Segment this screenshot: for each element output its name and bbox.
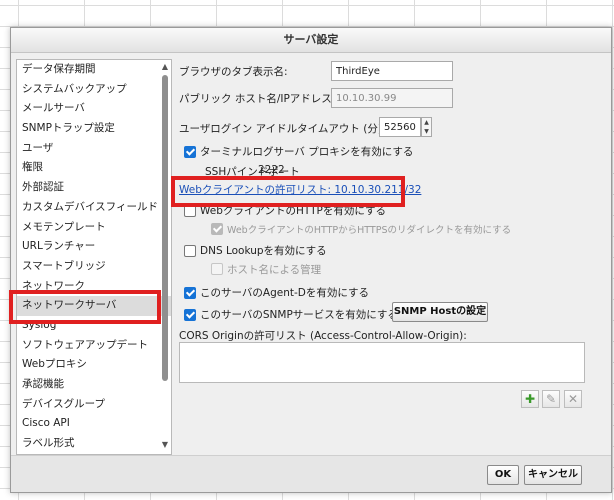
terminal-proxy-label: ターミナルログサーバ プロキシを有効にする — [200, 146, 414, 158]
dialog-title: サーバ設定 — [11, 28, 611, 53]
hostname-manage-label: ホスト名による管理 — [227, 264, 322, 276]
sidebar-item[interactable]: ラベル形式 — [17, 434, 171, 454]
agent-d-label: このサーバのAgent-Dを有効にする — [200, 287, 369, 299]
idle-timeout-input[interactable] — [379, 117, 421, 137]
cors-label: CORS Originの許可リスト (Access-Control-Allow-… — [179, 330, 467, 342]
scroll-down-icon[interactable]: ▼ — [160, 440, 170, 450]
snmp-service-label: このサーバのSNMPサービスを有効にする — [200, 309, 398, 321]
settings-content: ブラウザのタブ表示名: パブリック ホスト名/IPアドレス: ユーザログイン ア… — [179, 59, 605, 453]
server-settings-dialog: サーバ設定 データ保存期間 システムバックアップ メールサーバ SNMPトラップ設定ユ… — [9, 27, 612, 493]
pencil-icon[interactable]: ✎ — [542, 390, 560, 408]
tab-name-label: ブラウザのタブ表示名: — [179, 66, 288, 78]
dialog-footer: OK キャンセル — [11, 455, 611, 492]
sidebar-item[interactable]: システムバックアップ — [17, 80, 171, 100]
hostname-manage-checkbox[interactable] — [211, 263, 223, 275]
spin-up-icon[interactable]: ▲ — [422, 118, 431, 127]
settings-sidebar: データ保存期間 システムバックアップ メールサーバ SNMPトラップ設定 ユーザ 権限 外部… — [16, 59, 172, 455]
cors-origin-list[interactable] — [179, 342, 585, 383]
agent-d-checkbox[interactable] — [184, 287, 196, 299]
sidebar-item[interactable]: ユーザ — [17, 139, 171, 159]
delete-icon[interactable]: ✕ — [564, 390, 582, 408]
sidebar-item[interactable]: メモテンプレート — [17, 218, 171, 238]
tab-name-input[interactable] — [331, 61, 453, 81]
idle-timeout-spinner[interactable]: ▲ ▼ — [421, 117, 432, 137]
snmp-host-settings-button[interactable]: SNMP Hostの設定 — [392, 302, 488, 322]
highlight-box-link — [171, 176, 405, 207]
sidebar-item[interactable]: 承認機能 — [17, 375, 171, 395]
sidebar-scrollbar[interactable]: ▲ ▼ — [160, 62, 170, 450]
dns-lookup-label: DNS Lookupを有効にする — [200, 245, 327, 257]
public-host-input[interactable] — [331, 88, 453, 108]
terminal-proxy-checkbox[interactable] — [184, 146, 196, 158]
plus-icon[interactable]: ✚ — [521, 390, 539, 408]
http-redirect-label: WebクライアントのHTTPからHTTPSのリダイレクトを有効にする — [227, 225, 512, 236]
sidebar-item[interactable]: カスタムデバイスフィールド — [17, 198, 171, 218]
dns-lookup-checkbox[interactable] — [184, 245, 196, 257]
sidebar-item[interactable]: ソフトウェアアップデート — [17, 336, 171, 356]
sidebar-item[interactable]: Cisco API — [17, 414, 171, 434]
sidebar-item[interactable]: メールサーバ — [17, 99, 171, 119]
sidebar-list: データ保存期間 システムバックアップ メールサーバ SNMPトラップ設定 ユーザ 権限 外部… — [17, 60, 171, 454]
snmp-service-checkbox[interactable] — [184, 309, 196, 321]
sidebar-item[interactable]: 権限 — [17, 158, 171, 178]
sidebar-item[interactable]: URLランチャー — [17, 237, 171, 257]
ssh-port-value: 2222 — [258, 164, 285, 176]
ok-button[interactable]: OK — [487, 465, 519, 485]
scroll-up-icon[interactable]: ▲ — [160, 62, 170, 72]
spin-down-icon[interactable]: ▼ — [422, 127, 431, 136]
sidebar-item[interactable]: 外部認証 — [17, 178, 171, 198]
http-redirect-checkbox[interactable] — [211, 223, 223, 235]
idle-timeout-label: ユーザログイン アイドルタイムアウト (分): — [179, 123, 386, 135]
sidebar-item[interactable]: データ保存期間 — [17, 60, 171, 80]
sidebar-item[interactable]: SNMPトラップ設定 — [17, 119, 171, 139]
cancel-button[interactable]: キャンセル — [524, 465, 582, 485]
public-host-label: パブリック ホスト名/IPアドレス: — [179, 93, 336, 105]
scrollbar-thumb[interactable] — [162, 75, 168, 381]
sidebar-item[interactable]: デバイスグループ — [17, 395, 171, 415]
sidebar-item[interactable]: スマートブリッジ — [17, 257, 171, 277]
sidebar-item[interactable]: Webプロキシ — [17, 355, 171, 375]
highlight-box-sidebar — [9, 290, 161, 324]
